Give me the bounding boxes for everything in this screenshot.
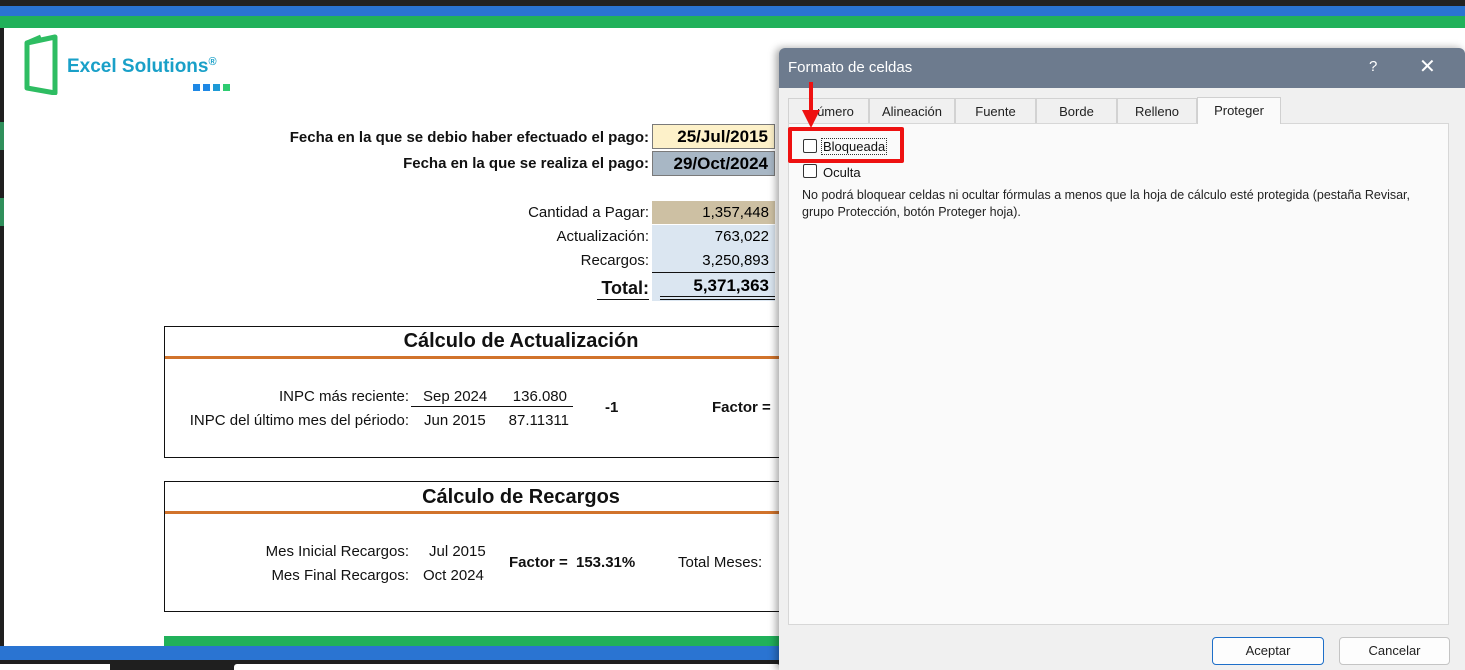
due-date-label: Fecha en la que se debio haber efectuado… bbox=[289, 129, 649, 146]
paid-date-label: Fecha en la que se realiza el pago: bbox=[403, 155, 649, 172]
tab-borde[interactable]: Borde bbox=[1036, 98, 1117, 124]
inpc-recent-label: INPC más reciente: bbox=[278, 388, 409, 405]
logo-text: Excel Solutions® bbox=[67, 56, 217, 77]
dialog-titlebar[interactable]: Formato de celdas ? ✕ bbox=[779, 48, 1465, 88]
close-button[interactable]: ✕ bbox=[1419, 54, 1436, 78]
row-header-selected bbox=[0, 198, 4, 226]
mes-final-value: Oct 2024 bbox=[423, 567, 484, 584]
inpc-last-value: 87.11311 bbox=[508, 412, 569, 429]
protection-description: No podrá bloquear celdas ni ocultar fórm… bbox=[802, 188, 1411, 219]
tab-relleno[interactable]: Relleno bbox=[1117, 98, 1197, 124]
recargos-factor-value: 153.31% bbox=[576, 554, 636, 571]
tab-proteger[interactable]: Proteger bbox=[1197, 97, 1281, 124]
actualizacion-title: Cálculo de Actualización bbox=[403, 330, 639, 352]
inpc-last-month: Jun 2015 bbox=[424, 412, 486, 429]
inpc-divider bbox=[411, 406, 573, 407]
top-green-band bbox=[0, 16, 1465, 28]
inpc-recent-month: Sep 2024 bbox=[423, 388, 488, 405]
help-button[interactable]: ? bbox=[1369, 58, 1377, 75]
row-header-selected bbox=[0, 122, 4, 150]
inpc-recent-value: 136.080 bbox=[512, 388, 567, 405]
inpc-last-label: INPC del último mes del périodo: bbox=[189, 412, 409, 429]
cancel-button[interactable]: Cancelar bbox=[1339, 637, 1450, 665]
total-meses-label: Total Meses: bbox=[678, 554, 763, 571]
recargos-cell[interactable]: 3,250,893 bbox=[652, 249, 775, 273]
recargos-label: Recargos: bbox=[580, 252, 649, 269]
actualizacion-cell[interactable]: 763,022 bbox=[652, 225, 775, 249]
dialog-title: Formato de celdas bbox=[788, 59, 913, 76]
sheet-tab-active[interactable] bbox=[234, 664, 780, 670]
total-label: Total: bbox=[601, 278, 649, 298]
ok-button[interactable]: Aceptar bbox=[1212, 637, 1324, 665]
mes-final-label: Mes Final Recargos: bbox=[271, 567, 409, 584]
tab-alineacion[interactable]: Alineación bbox=[869, 98, 955, 124]
tab-fuente[interactable]: Fuente bbox=[955, 98, 1036, 124]
top-blue-band bbox=[0, 6, 1465, 16]
actualizacion-title-rule bbox=[165, 356, 779, 359]
bottom-blue-band bbox=[0, 646, 780, 660]
oculta-checkbox[interactable] bbox=[803, 164, 817, 178]
bottom-green-band bbox=[164, 636, 779, 646]
excel-solutions-logo-icon bbox=[24, 34, 58, 95]
minus-one: -1 bbox=[605, 399, 619, 416]
red-arrow-icon bbox=[802, 82, 820, 128]
oculta-label[interactable]: Oculta bbox=[823, 165, 861, 180]
total-label-underline bbox=[597, 299, 649, 300]
recargos-title-rule bbox=[165, 511, 779, 514]
recargos-factor-label: Factor = bbox=[509, 554, 568, 571]
mes-inicial-label: Mes Inicial Recargos: bbox=[265, 543, 409, 560]
due-date-cell[interactable]: 25/Jul/2015 bbox=[652, 124, 775, 149]
total-double-underline bbox=[660, 299, 775, 300]
actualizacion-factor-label: Factor = bbox=[712, 399, 771, 416]
highlight-box bbox=[788, 127, 904, 163]
mes-inicial-value: Jul 2015 bbox=[429, 543, 486, 560]
paid-date-cell[interactable]: 29/Oct/2024 bbox=[652, 151, 775, 176]
sheet-tab[interactable] bbox=[0, 664, 110, 670]
logo-dots bbox=[193, 84, 230, 91]
cantidad-label: Cantidad a Pagar: bbox=[528, 204, 649, 221]
recargos-title: Cálculo de Recargos bbox=[422, 486, 620, 508]
actualizacion-label: Actualización: bbox=[556, 228, 649, 245]
total-double-underline bbox=[660, 296, 775, 297]
cantidad-cell[interactable]: 1,357,448 bbox=[652, 201, 775, 224]
